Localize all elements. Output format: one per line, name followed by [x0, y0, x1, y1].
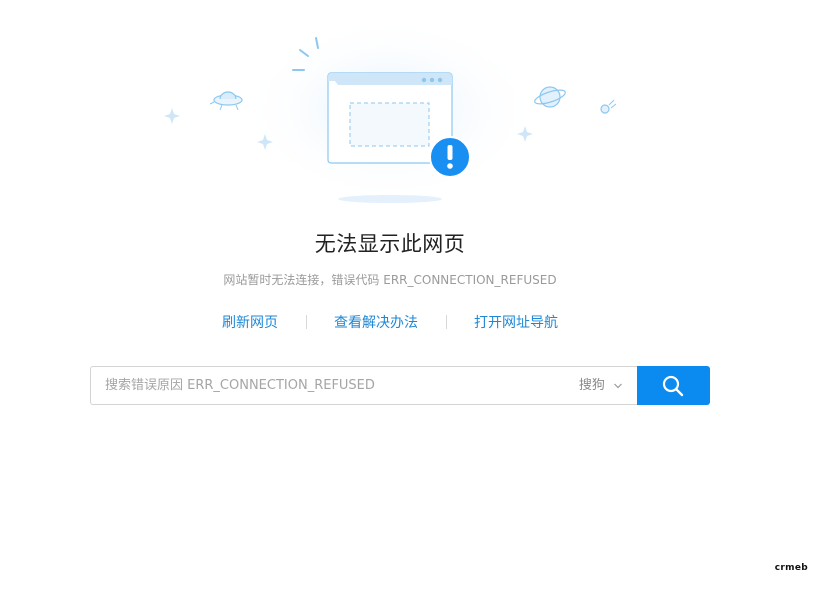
open-url-navigation-link[interactable]: 打开网址导航 — [474, 312, 558, 332]
refresh-page-link[interactable]: 刷新网页 — [222, 312, 278, 332]
search-bar: 搜狗 — [90, 366, 710, 405]
page-title: 无法显示此网页 — [314, 232, 466, 256]
search-button[interactable] — [637, 366, 710, 405]
divider — [446, 315, 447, 329]
search-icon — [662, 375, 684, 397]
action-links: 刷新网页 查看解决办法 打开网址导航 — [0, 312, 780, 332]
divider — [306, 315, 307, 329]
search-field-container: 搜狗 — [90, 366, 637, 405]
search-engine-label: 搜狗 — [578, 378, 605, 393]
search-input[interactable] — [105, 367, 565, 404]
planet-icon — [534, 86, 566, 108]
error-page: 无法显示此网页 网站暂时无法连接，错误代码 ERR_CONNECTION_REF… — [0, 0, 828, 603]
view-solutions-link[interactable]: 查看解决办法 — [334, 312, 418, 332]
sparkle-icon — [164, 108, 180, 124]
chevron-down-icon — [614, 383, 622, 388]
browser-error-illustration — [164, 20, 617, 205]
meteor-icon — [600, 99, 617, 114]
ufo-icon — [209, 91, 243, 111]
exclamation-icon — [429, 136, 471, 178]
watermark-logo: crmeb — [774, 563, 808, 573]
error-description: 网站暂时无法连接，错误代码 ERR_CONNECTION_REFUSED — [223, 273, 557, 287]
search-engine-select[interactable]: 搜狗 — [579, 367, 623, 404]
